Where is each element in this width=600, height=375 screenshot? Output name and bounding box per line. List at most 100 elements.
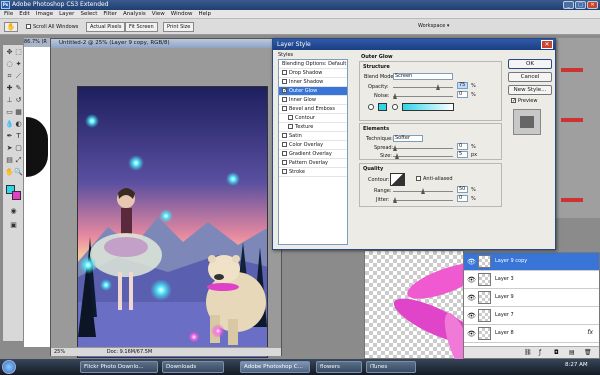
checkbox[interactable] [282,160,287,165]
ok-button[interactable]: OK [508,59,552,69]
quick-mask-icon[interactable]: ◉ [9,207,18,216]
trash-icon[interactable]: 🗑 [584,349,592,356]
crop-tool-icon[interactable]: ⌗ [5,72,14,81]
pen-tool-icon[interactable]: ✒ [5,132,14,141]
layer-row[interactable]: 👁 Layer 3 [464,271,599,289]
eraser-tool-icon[interactable]: ▭ [5,108,14,117]
noise-slider[interactable] [393,93,453,99]
gradient-radio[interactable] [392,104,398,110]
noise-slider-thumb[interactable] [393,93,397,99]
layer-row[interactable]: 👁 Layer 9 copy [464,253,599,271]
lasso-tool-icon[interactable]: ◌ [5,60,14,69]
brush-tool-icon[interactable]: ✎ [14,84,23,93]
blur-tool-icon[interactable]: 💧 [5,120,14,129]
new-style-button[interactable]: New Style... [508,85,552,95]
dodge-tool-icon[interactable]: ◐ [14,120,23,129]
anti-aliased-option[interactable]: Anti-aliased [416,176,453,182]
cancel-button[interactable]: Cancel [508,72,552,82]
magic-wand-tool-icon[interactable]: ✦ [14,60,23,69]
shape-tool-icon[interactable]: ▢ [14,144,23,153]
healing-tool-icon[interactable]: ✚ [5,84,14,93]
style-item-inner-glow[interactable]: Inner Glow [279,96,347,105]
visibility-eye-icon[interactable]: 👁 [467,258,476,266]
spread-slider[interactable] [393,145,453,151]
preview-checkbox[interactable]: ✓ [511,98,516,104]
background-color-swatch[interactable] [12,191,21,200]
minimize-button[interactable]: _ [563,1,574,9]
blending-options-item[interactable]: Blending Options: Default [279,60,347,69]
fit-screen-button[interactable]: Fit Screen [125,22,158,32]
history-brush-tool-icon[interactable]: ↺ [14,96,23,105]
menu-help[interactable]: Help [198,10,211,18]
print-size-button[interactable]: Print Size [163,22,195,32]
scroll-all-checkbox[interactable] [26,24,31,29]
layer-row[interactable]: 👁 Layer 7 [464,307,599,325]
actual-pixels-button[interactable]: Actual Pixels [86,22,126,32]
menu-edit[interactable]: Edit [19,10,30,18]
move-tool-icon[interactable]: ✥ [5,48,14,57]
glow-color-swatch[interactable] [378,103,387,111]
background-document-tab[interactable]: 86.7% (R [24,38,50,47]
layer-row[interactable]: 👁 Layer 9 [464,289,599,307]
checkbox[interactable] [282,133,287,138]
preview-option[interactable]: ✓ Preview [511,98,537,104]
spread-input[interactable]: 0 [457,143,468,150]
new-layer-icon[interactable]: ▤ [569,349,575,356]
link-layers-icon[interactable]: ⛓ [524,349,532,356]
jitter-slider-thumb[interactable] [393,197,397,203]
range-input[interactable]: 50 [457,186,468,193]
taskbar-item[interactable]: flowers [316,361,362,373]
clone-stamp-tool-icon[interactable]: ⊥ [5,96,14,105]
anti-aliased-checkbox[interactable] [416,176,421,181]
panel-icon[interactable] [561,118,583,122]
checkbox-checked[interactable]: ✓ [282,88,287,94]
opacity-slider[interactable] [393,84,453,90]
checkbox[interactable] [282,79,287,84]
style-item-contour[interactable]: Contour [279,114,347,123]
checkbox[interactable] [288,115,293,120]
style-item-pattern-overlay[interactable]: Pattern Overlay [279,159,347,168]
layer-row[interactable]: 👁 Layer 8 fx [464,325,599,343]
marquee-tool-icon[interactable]: ⬚ [14,48,23,57]
range-slider-thumb[interactable] [421,188,425,194]
menu-filter[interactable]: Filter [103,10,117,18]
add-style-icon[interactable]: ƒ [539,349,541,356]
checkbox[interactable] [288,124,293,129]
style-item-satin[interactable]: Satin [279,132,347,141]
panel-icon[interactable] [561,68,583,72]
panel-icon[interactable] [561,198,583,202]
workspace-menu[interactable]: Workspace ▾ [415,22,452,32]
type-tool-icon[interactable]: T [14,132,23,141]
style-item-color-overlay[interactable]: Color Overlay [279,141,347,150]
menu-image[interactable]: Image [36,10,53,18]
taskbar-item[interactable]: Adobe Photoshop C... [240,361,310,373]
jitter-slider[interactable] [393,197,453,203]
visibility-eye-icon[interactable]: 👁 [467,330,476,338]
styles-header[interactable]: Styles [278,52,293,58]
style-item-inner-shadow[interactable]: Inner Shadow [279,78,347,87]
style-item-gradient-overlay[interactable]: Gradient Overlay [279,150,347,159]
dialog-close-button[interactable]: ✕ [541,40,553,49]
flower-document[interactable] [364,250,483,375]
notes-tool-icon[interactable]: ▤ [5,156,14,165]
size-slider[interactable] [393,153,453,159]
zoom-level[interactable]: 25% [54,349,65,355]
checkbox[interactable] [282,142,287,147]
menu-file[interactable]: File [4,10,13,18]
gradient-tool-icon[interactable]: ▦ [14,108,23,117]
path-selection-tool-icon[interactable]: ➤ [5,144,14,153]
spread-slider-thumb[interactable] [393,145,397,151]
checkbox[interactable] [282,70,287,75]
range-slider[interactable] [393,188,453,194]
checkbox[interactable] [282,151,287,156]
document-canvas[interactable] [77,86,268,358]
hand-tool-icon[interactable]: ✋ [4,22,18,32]
close-button[interactable]: ✕ [587,1,598,9]
start-button-icon[interactable] [2,360,16,374]
taskbar-item[interactable]: Downloads [162,361,224,373]
screen-mode-icon[interactable]: ▣ [9,221,18,230]
jitter-input[interactable]: 0 [457,195,468,202]
visibility-eye-icon[interactable]: 👁 [467,294,476,302]
zoom-tool-icon[interactable]: 🔍 [14,168,23,177]
taskbar-item[interactable]: Flickr Photo Downlo... [80,361,158,373]
